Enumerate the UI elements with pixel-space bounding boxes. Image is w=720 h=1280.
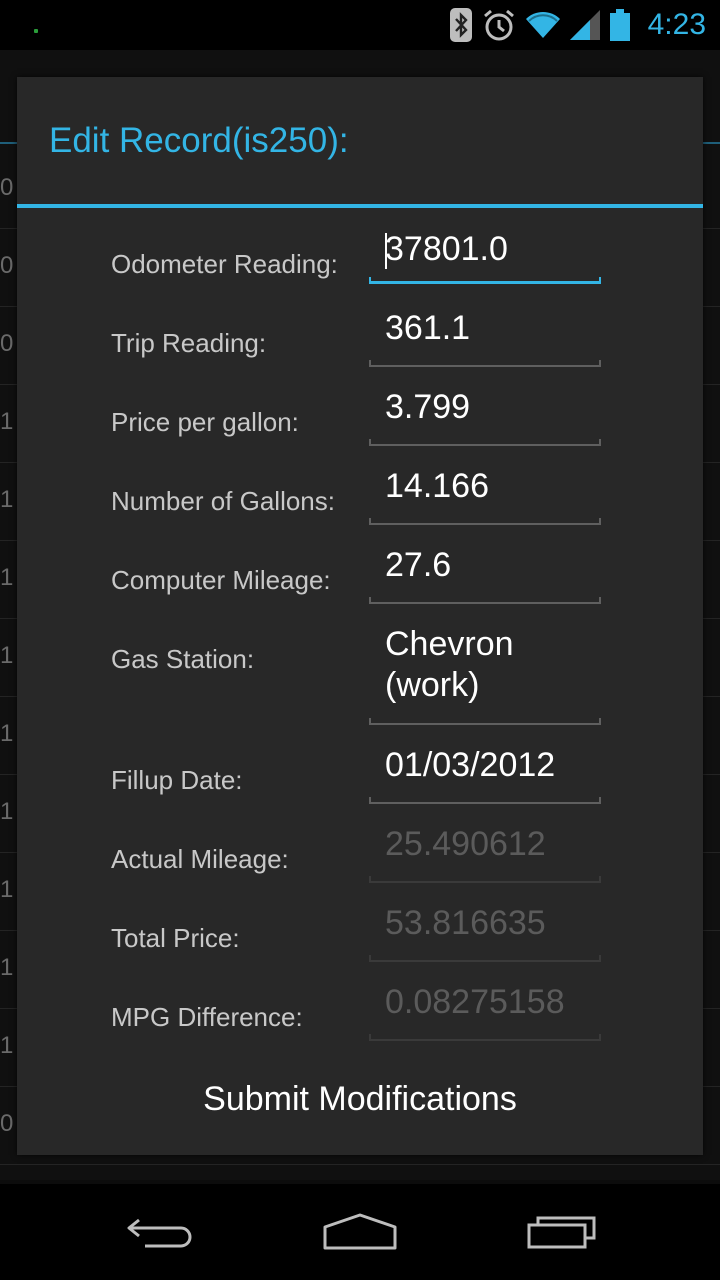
actual-mileage-label: Actual Mileage: <box>111 844 289 874</box>
status-bar: 4:23 <box>0 0 720 50</box>
actual-mileage-underline <box>369 876 601 883</box>
price-per-gallon-underline <box>369 439 601 446</box>
computer-mileage-input[interactable]: 27.6 <box>369 545 601 586</box>
computer-mileage-label: Computer Mileage: <box>111 565 331 595</box>
back-icon <box>125 1212 195 1257</box>
total-price-label: Total Price: <box>111 923 240 953</box>
price-per-gallon-input[interactable]: 3.799 <box>369 387 601 428</box>
mpg-difference-input: 0.08275158 <box>385 983 565 1021</box>
fillup-date-input[interactable]: 01/03/2012 <box>369 745 601 786</box>
trip-reading-label: Trip Reading: <box>111 328 267 358</box>
status-icons: 4:23 <box>449 0 706 50</box>
edit-record-dialog: Edit Record(is250): Odometer Reading: 37… <box>17 77 703 1155</box>
fillup-date-underline <box>369 797 601 804</box>
mpg-difference-label: MPG Difference: <box>111 1002 303 1032</box>
back-button[interactable] <box>110 1204 210 1264</box>
dialog-title-divider <box>17 204 703 208</box>
clock-time: 4:23 <box>647 8 706 41</box>
recent-apps-icon <box>526 1212 598 1257</box>
notification-dot <box>34 29 38 33</box>
gas-station-underline <box>369 718 601 725</box>
dialog-title: Edit Record(is250): <box>49 121 349 160</box>
battery-icon <box>609 9 630 41</box>
odometer-reading-input[interactable]: 37801.0 <box>369 229 601 270</box>
number-of-gallons-underline <box>369 518 601 525</box>
mpg-difference-underline <box>369 1034 601 1041</box>
screen: 4:23 0 0 0 1 1 1 1 1 1 1 1 1 0 Edit Reco… <box>0 0 720 1280</box>
text-cursor <box>385 233 387 269</box>
gas-station-input[interactable]: Chevron (work) <box>369 624 601 706</box>
gas-station-value-line-1: Chevron <box>385 625 514 663</box>
gas-station-label: Gas Station: <box>111 644 255 674</box>
actual-mileage-input: 25.490612 <box>385 825 546 863</box>
home-icon <box>322 1212 398 1257</box>
signal-icon <box>569 10 600 40</box>
gas-station-value-line-2: (work) <box>385 666 480 704</box>
number-of-gallons-input[interactable]: 14.166 <box>369 466 601 507</box>
total-price-input: 53.816635 <box>385 904 546 942</box>
wifi-icon <box>525 11 560 39</box>
price-per-gallon-label: Price per gallon: <box>111 407 299 437</box>
navigation-bar <box>0 1184 720 1280</box>
odometer-reading-label: Odometer Reading: <box>111 249 338 279</box>
number-of-gallons-label: Number of Gallons: <box>111 486 335 516</box>
fillup-date-label: Fillup Date: <box>111 765 243 795</box>
trip-reading-input[interactable]: 361.1 <box>369 308 601 349</box>
recent-apps-button[interactable] <box>512 1204 612 1264</box>
home-button[interactable] <box>310 1204 410 1264</box>
total-price-underline <box>369 955 601 962</box>
trip-reading-underline <box>369 360 601 367</box>
bluetooth-icon <box>449 8 472 42</box>
submit-modifications-button[interactable]: Submit Modifications <box>17 1067 703 1131</box>
alarm-icon <box>482 8 516 42</box>
computer-mileage-underline <box>369 597 601 604</box>
odometer-reading-underline <box>369 277 601 284</box>
